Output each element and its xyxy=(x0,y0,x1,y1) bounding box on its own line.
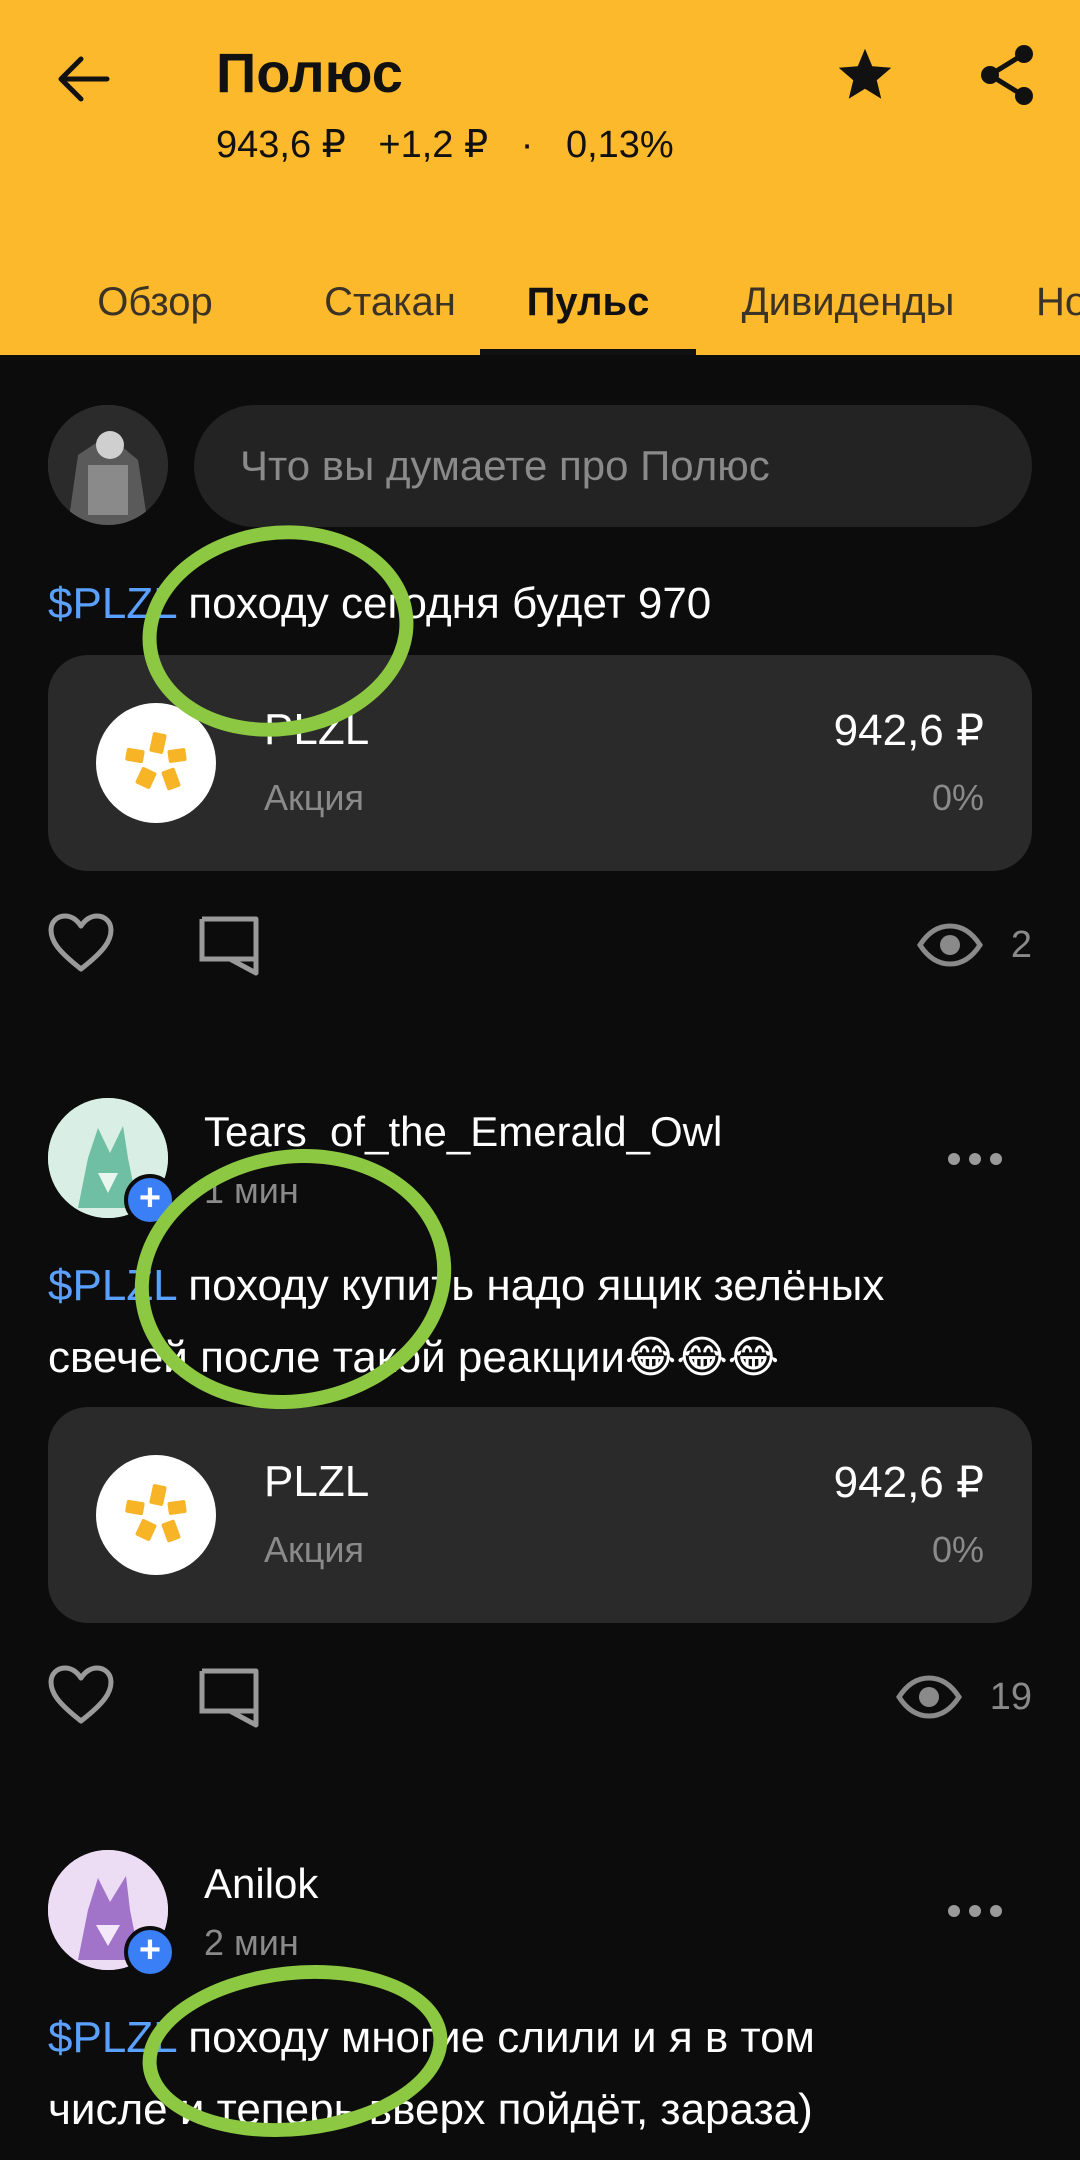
follow-plus-icon[interactable]: + xyxy=(124,1174,176,1226)
eye-icon xyxy=(895,1675,962,1719)
tab-order-book[interactable]: Стакан xyxy=(284,250,496,355)
tab-bar: Обзор Стакан Пульс Дивиденды Но xyxy=(0,250,1080,355)
post-body: $PLZL походу сегодня будет 970 xyxy=(48,568,1048,640)
app-header: Полюс 943,6 ₽ +1,2 ₽ · 0,13% Обзор Стака… xyxy=(0,0,1080,355)
post-text-line2: числе и теперь вверх пойдёт, зараза) xyxy=(48,2085,813,2134)
tab-pulse[interactable]: Пульс xyxy=(480,250,696,355)
post-text-line1: походу купить надо ящик зелёных xyxy=(176,1261,885,1310)
card-price: 942,6 ₽ xyxy=(833,706,984,755)
views-count: 19 xyxy=(989,1675,1032,1718)
more-options-icon[interactable] xyxy=(940,1886,1010,1936)
post-time: 1 мин xyxy=(204,1170,299,1211)
post-text-line1: походу многие слили и я в том xyxy=(176,2013,815,2062)
post-actions: 19 xyxy=(48,1657,1032,1737)
ticker-link[interactable]: $PLZL xyxy=(48,2013,176,2062)
heart-icon[interactable] xyxy=(48,1665,118,1729)
post-actions: 2 xyxy=(48,905,1032,985)
card-price: 942,6 ₽ xyxy=(833,1458,984,1507)
views-counter: 2 xyxy=(916,915,1032,975)
favorite-star-icon[interactable] xyxy=(830,40,900,110)
card-change: 0% xyxy=(931,777,984,818)
views-count: 2 xyxy=(1010,923,1032,966)
price-separator: · xyxy=(520,124,534,166)
author-name[interactable]: Anilok xyxy=(204,1860,318,1908)
price-change-pct: 0,13% xyxy=(565,124,674,166)
polyus-logo-icon xyxy=(96,703,216,823)
comment-icon[interactable] xyxy=(196,913,266,977)
tab-overview[interactable]: Обзор xyxy=(60,250,250,355)
post-composer-input[interactable]: Что вы думаете про Полюс xyxy=(194,405,1032,527)
card-type: Акция xyxy=(264,1529,364,1570)
instrument-card[interactable]: PLZL Акция 942,6 ₽ 0% xyxy=(48,655,1032,871)
ticker-link[interactable]: $PLZL xyxy=(48,579,176,628)
post-text-line2: свечей после такой реакции😂😂😂 xyxy=(48,1333,780,1382)
card-ticker: PLZL xyxy=(264,1457,370,1506)
instrument-card[interactable]: PLZL Акция 942,6 ₽ 0% xyxy=(48,1407,1032,1623)
card-change: 0% xyxy=(931,1529,984,1570)
price-change-abs: +1,2 ₽ xyxy=(378,124,489,166)
post-body: $PLZL походу многие слили и я в том числ… xyxy=(48,2002,1048,2146)
eye-icon xyxy=(916,923,983,967)
share-icon[interactable] xyxy=(972,40,1042,110)
views-counter: 19 xyxy=(895,1667,1032,1727)
comment-icon[interactable] xyxy=(196,1665,266,1729)
current-price: 943,6 ₽ xyxy=(216,124,346,166)
follow-plus-icon[interactable]: + xyxy=(124,1926,176,1978)
author-name[interactable]: Tears_of_the_Emerald_Owl xyxy=(204,1108,722,1156)
more-options-icon[interactable] xyxy=(940,1134,1010,1184)
post-time: 2 мин xyxy=(204,1922,299,1963)
tab-news[interactable]: Но xyxy=(1036,250,1080,355)
price-summary: 943,6 ₽ +1,2 ₽ · 0,13% xyxy=(216,122,696,167)
heart-icon[interactable] xyxy=(48,913,118,977)
page-title: Полюс xyxy=(216,41,403,104)
card-ticker: PLZL xyxy=(264,705,370,754)
back-arrow-icon[interactable] xyxy=(48,44,118,114)
post-text: походу сегодня будет 970 xyxy=(176,579,712,628)
tab-dividends[interactable]: Дивиденды xyxy=(720,250,976,355)
post-body: $PLZL походу купить надо ящик зелёных св… xyxy=(48,1250,1048,1394)
my-avatar[interactable] xyxy=(48,405,168,525)
ticker-link[interactable]: $PLZL xyxy=(48,1261,176,1310)
polyus-logo-icon xyxy=(96,1455,216,1575)
card-type: Акция xyxy=(264,777,364,818)
